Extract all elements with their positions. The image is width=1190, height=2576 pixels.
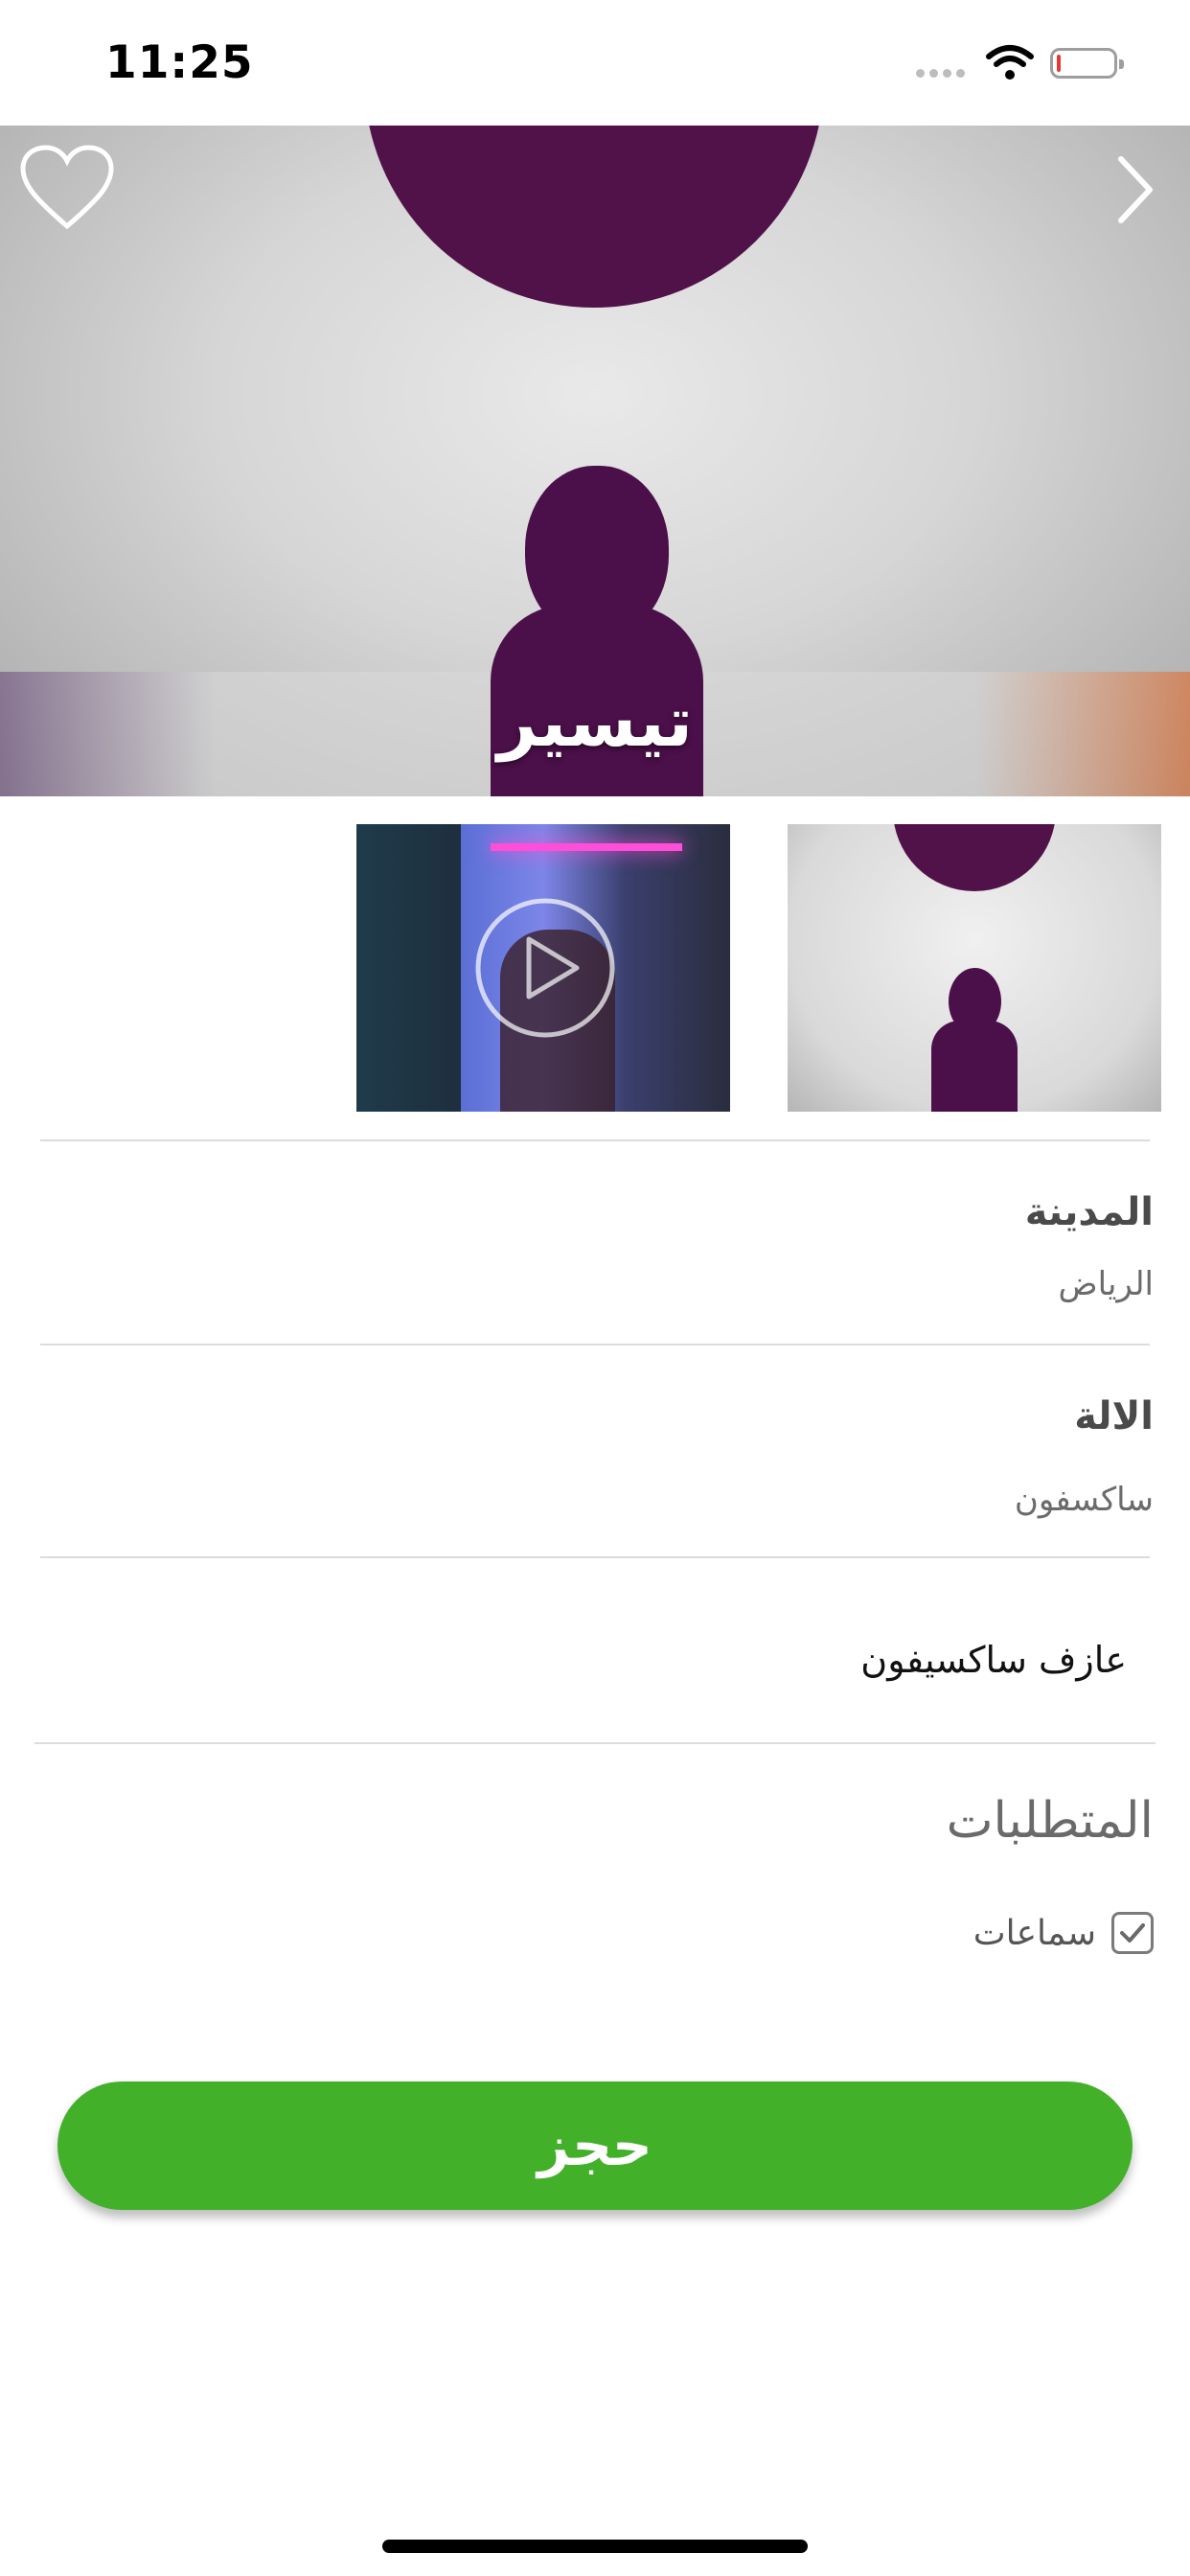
gallery-thumbnail-photo[interactable] [788, 824, 1161, 1112]
battery-icon [1050, 48, 1124, 79]
artist-description: عازف ساكسيفون [860, 1639, 1127, 1681]
divider [40, 1139, 1150, 1141]
requirement-item: سماعات [973, 1912, 1154, 1954]
cellular-signal-icon [916, 69, 965, 78]
checkmark-icon [1120, 1923, 1145, 1943]
home-indicator [382, 2540, 808, 2553]
status-time: 11:25 [105, 36, 254, 89]
instrument-value: ساكسفون [1014, 1481, 1154, 1519]
requirement-checkbox [1111, 1912, 1154, 1954]
book-button[interactable]: حجز [57, 2082, 1133, 2210]
favorite-heart-icon[interactable] [19, 144, 115, 232]
gallery-thumbnail-video[interactable] [356, 824, 730, 1112]
divider [40, 1556, 1150, 1558]
hero-image: تيسير [0, 126, 1190, 796]
chevron-right-icon[interactable] [1111, 151, 1159, 228]
artist-name: تيسير [497, 681, 693, 762]
divider [40, 1344, 1150, 1346]
requirement-label: سماعات [973, 1913, 1096, 1953]
divider [34, 1742, 1156, 1744]
instrument-label: الالة [1074, 1394, 1154, 1438]
requirements-title: المتطلبات [946, 1792, 1154, 1850]
wifi-icon [986, 45, 1034, 80]
city-label: المدينة [1024, 1190, 1154, 1234]
play-icon[interactable] [473, 896, 617, 1040]
city-value: الرياض [1058, 1265, 1155, 1303]
